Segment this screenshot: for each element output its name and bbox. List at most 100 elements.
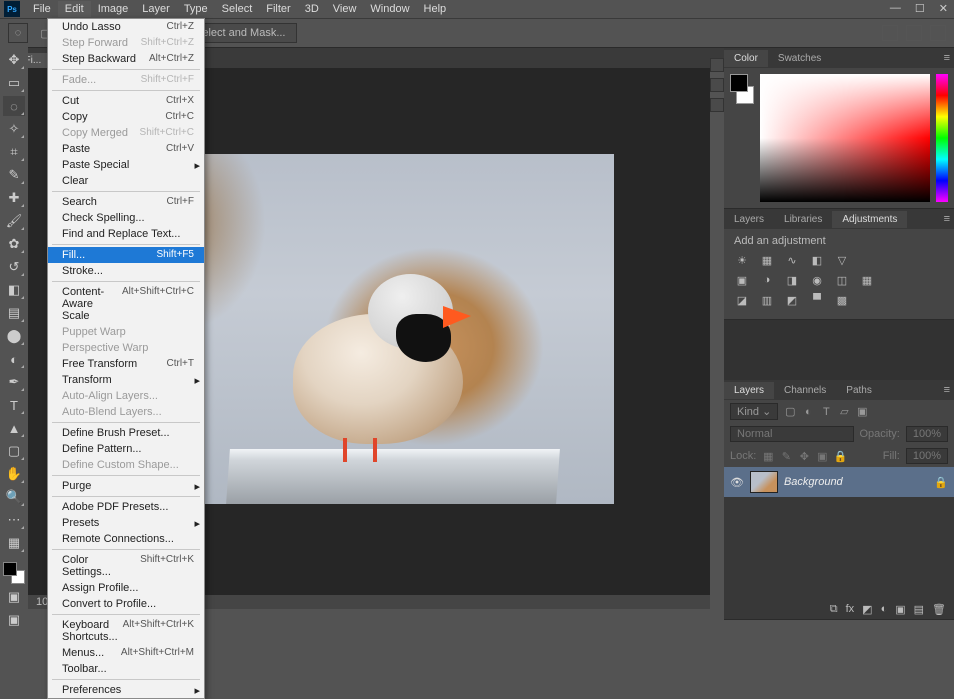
selective-color-icon[interactable]: ▩ [834,293,850,307]
gradient-tool[interactable]: ▤ [3,303,25,323]
stamp-tool[interactable]: ✿ [3,234,25,254]
hue-bar[interactable] [936,74,948,202]
color-lookup-icon[interactable]: ▦ [859,273,875,287]
menu-type[interactable]: Type [177,1,215,17]
lock-position-icon[interactable]: ✥ [798,450,810,462]
arrange-docs-icon[interactable] [906,25,922,41]
pen-tool[interactable]: ✒ [3,372,25,392]
bw-icon[interactable]: ◨ [784,273,800,287]
opacity-value[interactable]: 100% [906,426,948,442]
menu-item-copy[interactable]: CopyCtrl+C [48,109,204,125]
mask-icon[interactable]: ◩ [862,603,872,616]
tab-channels[interactable]: Channels [774,382,836,399]
filter-shape-icon[interactable]: ▱ [838,406,850,418]
delete-layer-icon[interactable]: 🗑 [932,603,946,616]
menu-item-clear[interactable]: Clear [48,173,204,189]
curves-icon[interactable]: ∿ [784,253,800,267]
tab-color[interactable]: Color [724,50,768,67]
filter-adjust-icon[interactable]: ◐ [802,406,814,418]
new-group-icon[interactable]: ▣ [895,603,905,616]
menu-window[interactable]: Window [363,1,416,17]
menu-item-purge[interactable]: Purge [48,478,204,494]
blend-mode-select[interactable]: Normal [730,426,854,442]
blur-tool[interactable]: ⬤ [3,326,25,346]
menu-item-fill[interactable]: Fill...Shift+F5 [48,247,204,263]
menu-item-preferences[interactable]: Preferences [48,682,204,698]
visibility-eye-icon[interactable]: 👁 [730,476,744,489]
tab-layers[interactable]: Layers [724,382,774,399]
rectangle-tool[interactable]: ▢ [3,441,25,461]
eraser-tool[interactable]: ◧ [3,280,25,300]
filter-type-select[interactable]: Kind ⌄ [730,403,778,420]
menu-item-keyboard-shortcuts[interactable]: Keyboard Shortcuts...Alt+Shift+Ctrl+K [48,617,204,645]
history-brush-tool[interactable]: ↺ [3,257,25,277]
hand-tool[interactable]: ✋ [3,464,25,484]
active-tool-icon[interactable]: ◌ [8,23,28,43]
menu-item-step-backward[interactable]: Step BackwardAlt+Ctrl+Z [48,51,204,67]
properties-panel-icon[interactable] [710,78,724,92]
menu-item-cut[interactable]: CutCtrl+X [48,93,204,109]
dodge-tool[interactable]: ◐ [3,349,25,369]
maximize-icon[interactable]: ☐ [915,2,925,15]
lock-icon[interactable]: 🔒 [934,476,948,489]
menu-item-remote-connections[interactable]: Remote Connections... [48,531,204,547]
lock-transparency-icon[interactable]: ▦ [762,450,774,462]
fx-icon[interactable]: fx [846,603,855,616]
path-select-tool[interactable]: ▲ [3,418,25,438]
screen-mode-icon[interactable]: ▣ [3,610,25,630]
share-icon[interactable] [930,25,946,41]
eyedropper-tool[interactable]: ✎ [3,165,25,185]
lasso-tool[interactable]: ◌ [3,96,25,116]
vibrance-icon[interactable]: ▽ [834,253,850,267]
gradient-map-icon[interactable]: ▀ [809,293,825,307]
menu-3d[interactable]: 3D [298,1,326,17]
marquee-tool[interactable]: ▭ [3,73,25,93]
crop-tool[interactable]: ⌗ [3,142,25,162]
filter-smart-icon[interactable]: ▣ [856,406,868,418]
menu-item-find-and-replace-text[interactable]: Find and Replace Text... [48,226,204,242]
zoom-tool[interactable]: 🔍 [3,487,25,507]
tab-adjustments[interactable]: Adjustments [832,211,907,228]
filter-pixel-icon[interactable]: ▢ [784,406,796,418]
brush-tool[interactable]: 🖌 [3,211,25,231]
menu-layer[interactable]: Layer [135,1,177,17]
menu-item-paste[interactable]: PasteCtrl+V [48,141,204,157]
menu-item-menus[interactable]: Menus...Alt+Shift+Ctrl+M [48,645,204,661]
layer-row[interactable]: 👁 Background 🔒 [724,467,954,497]
menu-select[interactable]: Select [215,1,260,17]
tab-paths[interactable]: Paths [836,382,882,399]
menu-item-content-aware-scale[interactable]: Content-Aware ScaleAlt+Shift+Ctrl+C [48,284,204,324]
menu-item-adobe-pdf-presets[interactable]: Adobe PDF Presets... [48,499,204,515]
color-spectrum[interactable] [760,74,930,202]
menu-item-convert-to-profile[interactable]: Convert to Profile... [48,596,204,612]
levels-icon[interactable]: ▦ [759,253,775,267]
menu-item-define-pattern[interactable]: Define Pattern... [48,441,204,457]
fill-value[interactable]: 100% [906,448,948,464]
info-panel-icon[interactable] [710,98,724,112]
tab-swatches[interactable]: Swatches [768,50,831,67]
tab-libraries[interactable]: Libraries [774,211,832,228]
menu-item-assign-profile[interactable]: Assign Profile... [48,580,204,596]
menu-item-paste-special[interactable]: Paste Special [48,157,204,173]
menu-help[interactable]: Help [417,1,454,17]
lock-artboard-icon[interactable]: ▣ [816,450,828,462]
layer-name[interactable]: Background [784,476,843,488]
history-panel-icon[interactable] [710,58,724,72]
move-tool[interactable]: ✥ [3,50,25,70]
layer-thumbnail[interactable] [750,471,778,493]
photo-filter-icon[interactable]: ◉ [809,273,825,287]
search-icon[interactable] [882,25,898,41]
channel-mixer-icon[interactable]: ◫ [834,273,850,287]
menu-item-search[interactable]: SearchCtrl+F [48,194,204,210]
menu-item-color-settings[interactable]: Color Settings...Shift+Ctrl+K [48,552,204,580]
new-layer-icon[interactable]: ▤ [914,603,924,616]
menu-item-define-brush-preset[interactable]: Define Brush Preset... [48,425,204,441]
menu-edit[interactable]: Edit [58,1,91,17]
menu-file[interactable]: File [26,1,58,17]
more-tools[interactable]: ⋯ [3,510,25,530]
threshold-icon[interactable]: ◩ [784,293,800,307]
tab-layers-mini[interactable]: Layers [724,211,774,228]
menu-item-stroke[interactable]: Stroke... [48,263,204,279]
menu-item-presets[interactable]: Presets [48,515,204,531]
invert-icon[interactable]: ◪ [734,293,750,307]
